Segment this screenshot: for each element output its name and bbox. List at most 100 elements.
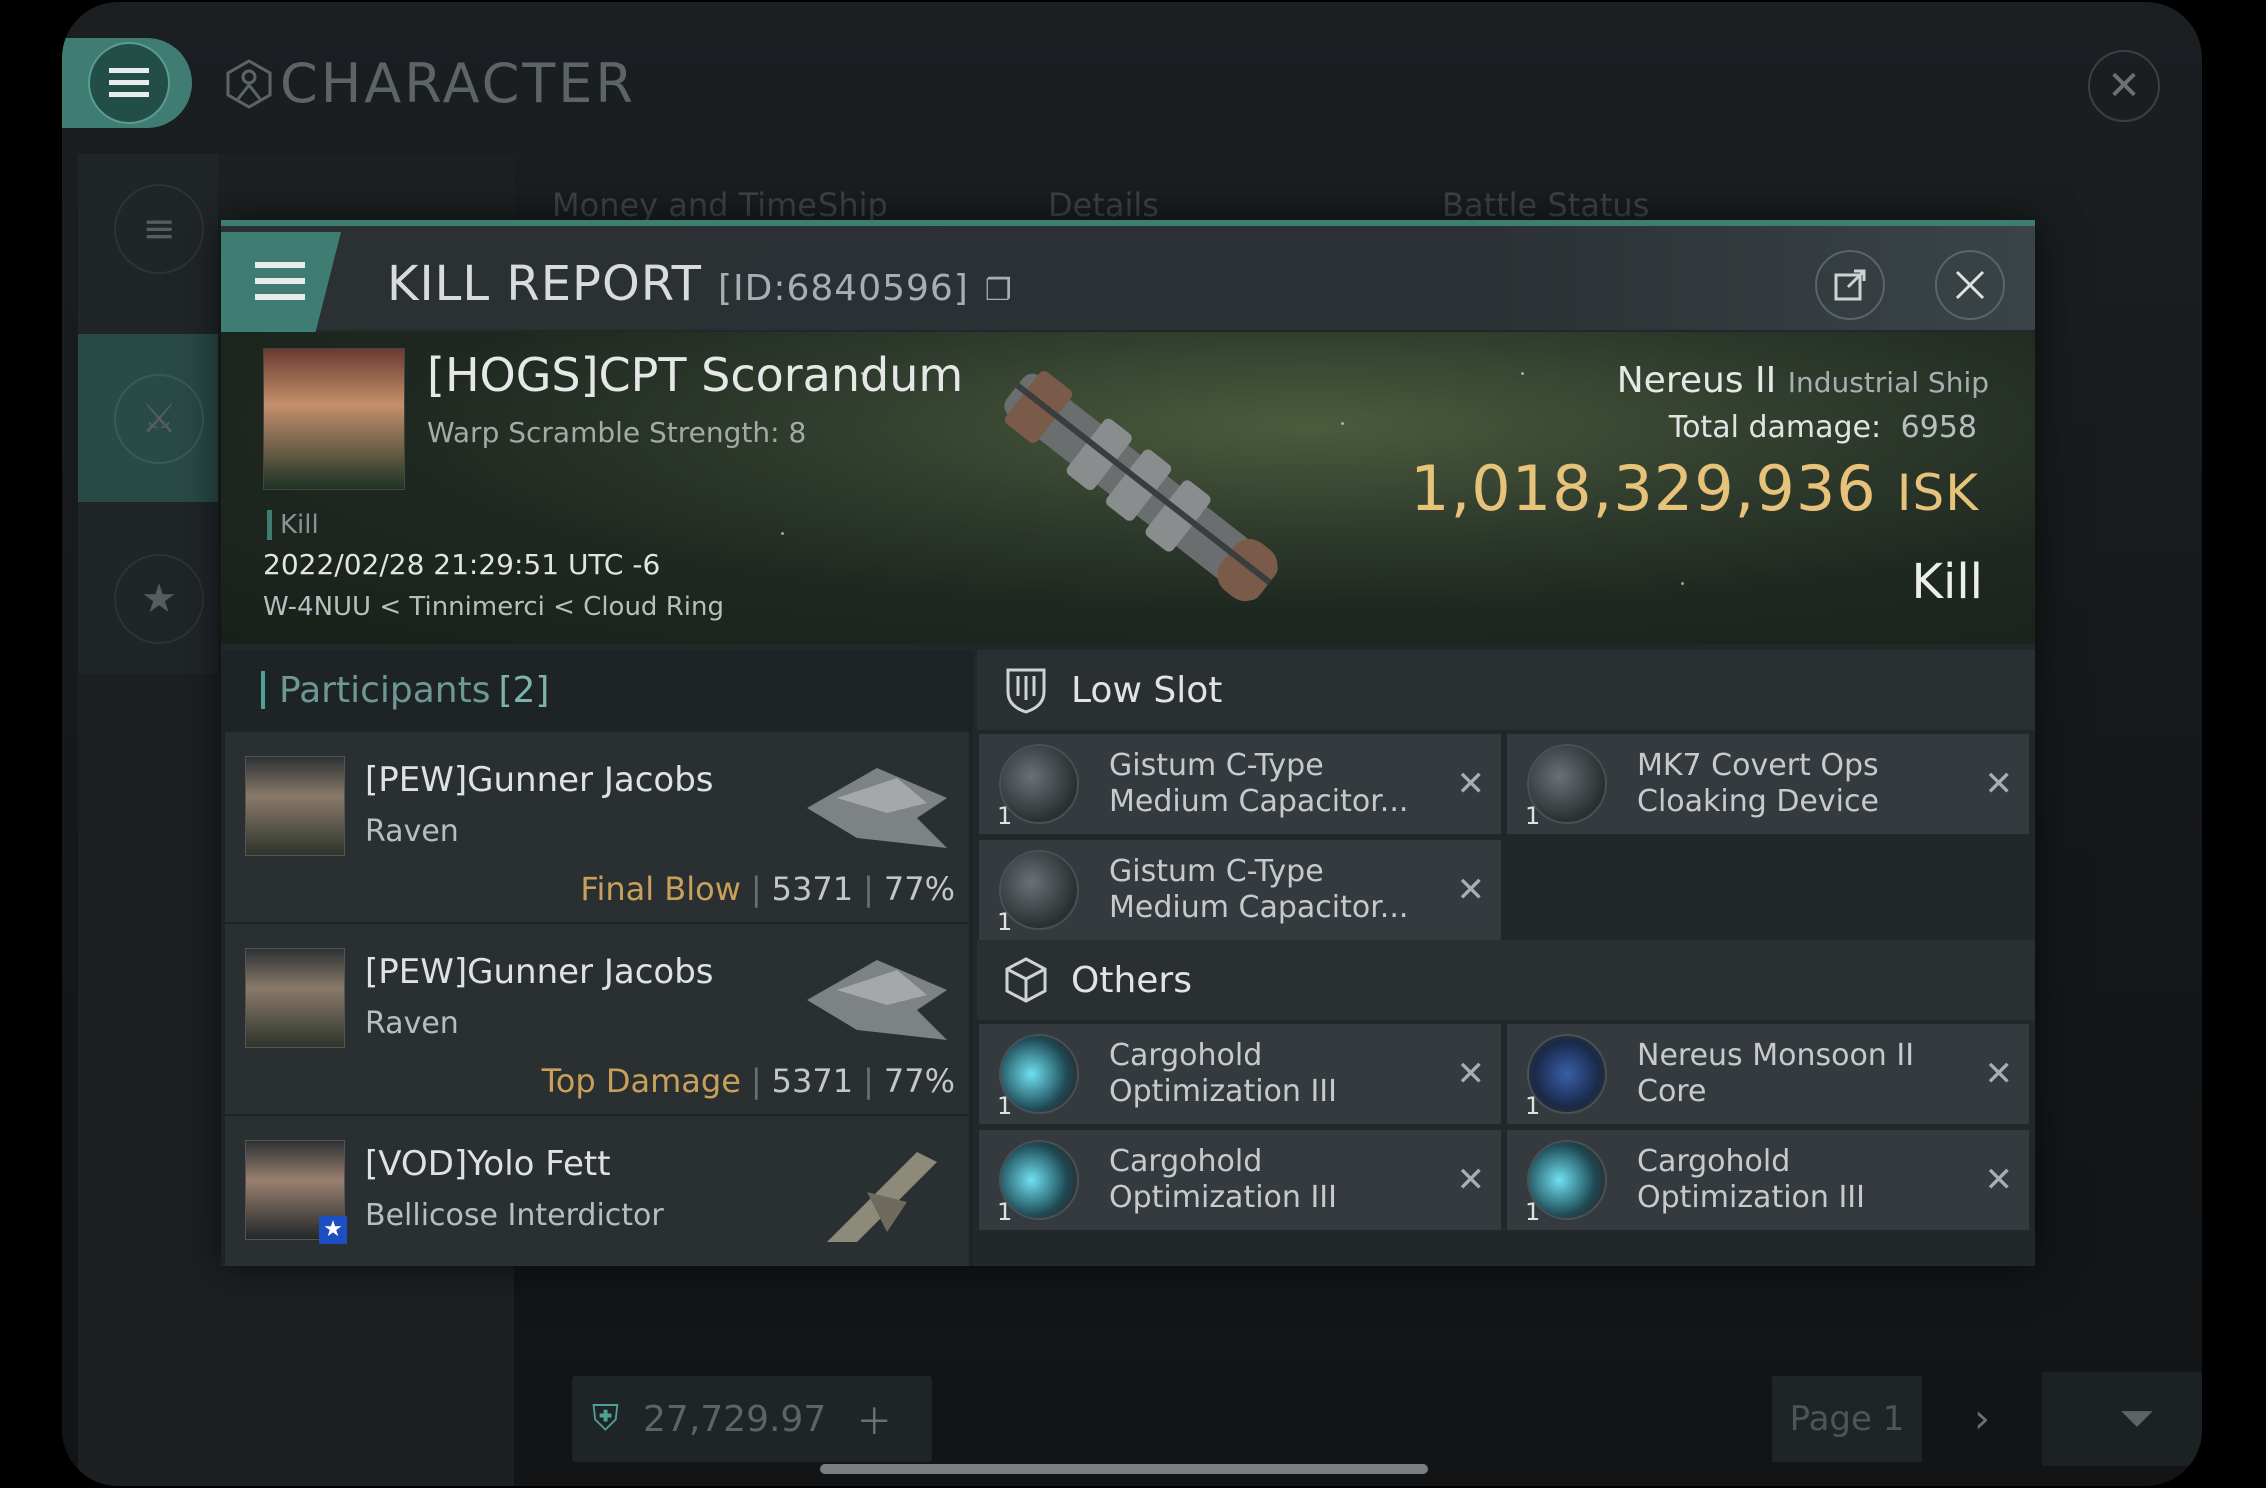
destroyed-icon: ✕ (1456, 1054, 1486, 1094)
participant-damage: 5371 (771, 870, 854, 908)
module-name: Cargohold Optimization III (1637, 1144, 1865, 1216)
participant-row[interactable]: [PEW]Gunner Jacobs Raven Final Blow | 5371… (225, 732, 969, 922)
victim-name[interactable]: [HOGS]CPT Scorandum (427, 348, 963, 402)
kill-report-title: KILL REPORT [ID:6840596] ❐ (387, 256, 1013, 312)
kill-report-menu-button[interactable] (221, 232, 341, 336)
module-item[interactable]: 1 Cargohold Optimization III ✕ (979, 1024, 1501, 1124)
module-item[interactable]: 1 Gistum C-Type Medium Capacitor... ✕ (979, 840, 1501, 940)
participants-label: Participants (279, 669, 491, 711)
module-name: Gistum C-Type Medium Capacitor... (1109, 854, 1408, 926)
tab-money-and-time[interactable]: Money and Time (552, 186, 817, 224)
fitting-panel: Low Slot 1 Gistum C-Type Medium Capacitor… (977, 650, 2035, 1266)
low-slot-label: Low Slot (1071, 669, 1223, 711)
character-icon (226, 58, 272, 109)
module-item[interactable]: 1 Nereus Monsoon II Core ✕ (1507, 1024, 2029, 1124)
total-damage: Total damage: 6958 (1669, 410, 1977, 445)
participant-percent: 77% (883, 1062, 955, 1100)
participants-panel: Participants [2] [PEW]Gunner Jacobs Rave… (221, 650, 973, 1266)
star-icon[interactable]: ★ (114, 554, 204, 644)
victim-avatar[interactable] (263, 348, 405, 490)
victim-ship-name: Nereus II (1616, 360, 1777, 401)
participant-row[interactable]: ★ [VOD]Yolo Fett Bellicose Interdictor (225, 1116, 969, 1266)
participants-header: Participants [2] (221, 650, 973, 730)
module-quantity: 1 (997, 1198, 1013, 1226)
module-item[interactable]: 1 Gistum C-Type Medium Capacitor... ✕ (979, 734, 1501, 834)
module-name-line2: Optimization III (1637, 1180, 1865, 1215)
cube-icon (1001, 955, 1051, 1005)
participant-ship-image (807, 768, 947, 848)
victim-ship-image (1004, 371, 1278, 602)
wallet-balance: 27,729.97 (643, 1398, 827, 1440)
module-name-line2: Optimization III (1109, 1074, 1337, 1109)
crossed-swords-icon[interactable]: ⚔ (114, 374, 204, 464)
participant-ship: Raven (365, 1006, 459, 1041)
participant-avatar (245, 948, 345, 1048)
module-name-line2: Medium Capacitor... (1109, 890, 1409, 925)
destroyed-icon: ✕ (1456, 870, 1486, 910)
list-icon[interactable]: ≡ (114, 184, 204, 274)
participant-percent: 77% (883, 870, 955, 908)
victim-ship[interactable]: Nereus II Industrial Ship (1617, 360, 1989, 401)
share-icon (1834, 269, 1866, 301)
kill-report-id: [ID:6840596] (717, 268, 969, 309)
character-title-text: CHARACTER (280, 52, 636, 115)
module-name: Cargohold Optimization III (1109, 1038, 1337, 1110)
participant-name: [PEW]Gunner Jacobs (365, 760, 714, 800)
tab-ship[interactable]: Ship (818, 186, 888, 224)
tab-battle-status[interactable]: Battle Status (1442, 186, 1649, 224)
isk-amount: 1,018,329,936 (1410, 452, 1877, 525)
module-name-line1: Nereus Monsoon II (1637, 1038, 1915, 1073)
close-icon[interactable]: ✕ (2088, 50, 2160, 122)
module-item[interactable]: 1 MK7 Covert Ops Cloaking Device ✕ (1507, 734, 2029, 834)
copy-icon[interactable]: ❐ (985, 273, 1013, 308)
low-slot-header: Low Slot (977, 650, 2035, 730)
kill-report-title-text: KILL REPORT (387, 256, 702, 312)
module-quantity: 1 (1525, 802, 1541, 830)
filter-icon[interactable]: ⏷ (2042, 1372, 2202, 1466)
module-name-line1: Cargohold (1637, 1144, 1791, 1179)
destroyed-icon: ✕ (1984, 1054, 2014, 1094)
module-item[interactable]: 1 Cargohold Optimization III ✕ (1507, 1130, 2029, 1230)
isk-unit: ISK (1896, 464, 1979, 522)
module-quantity: 1 (997, 908, 1013, 936)
kill-tag: Kill (267, 510, 319, 540)
wallet: ⛨ 27,729.97 ＋ (572, 1376, 932, 1462)
module-name: Nereus Monsoon II Core (1637, 1038, 1914, 1110)
next-page-icon[interactable]: › (1952, 1376, 2012, 1462)
kill-report-header: KILL REPORT [ID:6840596] ❐ (221, 220, 2035, 336)
participant-damage: 5371 (771, 1062, 854, 1100)
share-button[interactable] (1815, 250, 1885, 320)
warp-scramble-strength: Warp Scramble Strength: 8 (427, 416, 807, 449)
background-footer: ⛨ 27,729.97 ＋ Page 1 › ⏷ (572, 1372, 2202, 1466)
main-menu-button[interactable] (62, 38, 192, 128)
module-quantity: 1 (997, 802, 1013, 830)
module-quantity: 1 (1525, 1198, 1541, 1226)
close-button[interactable] (1935, 250, 2005, 320)
module-name-line1: Cargohold (1109, 1038, 1263, 1073)
module-name: MK7 Covert Ops Cloaking Device (1637, 748, 1879, 820)
hamburger-icon (88, 42, 170, 124)
home-indicator[interactable] (820, 1464, 1428, 1474)
kill-report-modal: KILL REPORT [ID:6840596] ❐ [HOGS]CPT Sco… (221, 220, 2035, 1266)
participant-name: [VOD]Yolo Fett (365, 1144, 611, 1184)
module-name: Cargohold Optimization III (1109, 1144, 1337, 1216)
module-name-line2: Cloaking Device (1637, 784, 1879, 819)
kill-timestamp: 2022/02/28 21:29:51 UTC -6 (263, 548, 661, 581)
destroyed-icon: ✕ (1984, 764, 2014, 804)
module-item[interactable]: 1 Cargohold Optimization III ✕ (979, 1130, 1501, 1230)
tab-details[interactable]: Details (1048, 186, 1159, 224)
participant-avatar (245, 756, 345, 856)
kill-location[interactable]: W-4NUU < Tinnimerci < Cloud Ring (263, 592, 724, 622)
others-label: Others (1071, 959, 1192, 1001)
participant-stats: Top Damage | 5371 | 77% (541, 1062, 955, 1100)
participant-ship-image (807, 960, 947, 1040)
isk-value: 1,018,329,936 ISK (1410, 452, 1979, 525)
module-name-line2: Optimization III (1109, 1180, 1337, 1215)
participant-stats: Final Blow | 5371 | 77% (580, 870, 955, 908)
add-funds-button[interactable]: ＋ (856, 1393, 892, 1445)
result-label: Kill (1911, 554, 1983, 610)
top-damage-tag: Top Damage (541, 1062, 741, 1100)
module-name: Gistum C-Type Medium Capacitor... (1109, 748, 1408, 820)
participant-row[interactable]: [PEW]Gunner Jacobs Raven Top Damage | 5371… (225, 924, 969, 1114)
victim-panel: [HOGS]CPT Scorandum Warp Scramble Streng… (221, 332, 2035, 644)
